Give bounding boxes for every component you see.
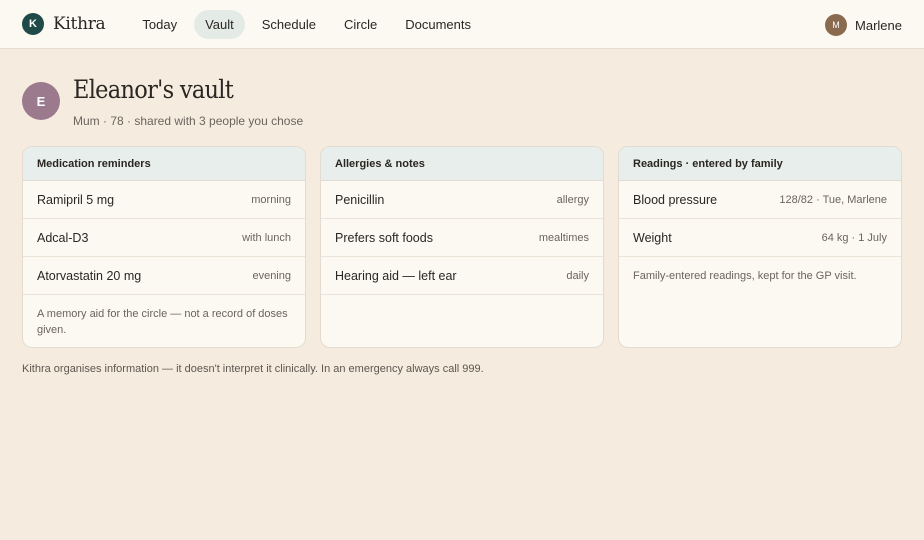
page-title: Eleanor's vault [73,75,234,104]
nav-vault[interactable]: Vault [194,9,245,39]
main-nav: Today Vault Schedule Circle Documents [131,9,488,39]
item-value: daily [566,269,589,282]
list-item[interactable]: Prefers soft foods mealtimes [321,219,603,257]
page-subtitle: Mum · 78 · shared with 3 people you chos… [73,114,304,128]
list-item[interactable]: Blood pressure 128/82 · Tue, Marlene [619,181,901,219]
user-avatar[interactable]: M [825,14,848,36]
allergies-card: Allergies & notes Penicillin allergy Pre… [320,146,604,348]
item-value: mealtimes [538,231,589,244]
item-label: Prefers soft foods [335,230,433,245]
item-value: allergy [556,193,589,206]
medication-card: Medication reminders Ramipril 5 mg morni… [22,146,306,348]
item-value: 64 kg · 1 July [821,231,887,244]
card-title: Allergies & notes [321,147,603,181]
card-note: A memory aid for the circle — not a reco… [37,308,288,336]
top-bar: K Kithra Today Vault Schedule Circle Doc… [0,0,924,49]
card-title: Readings · entered by family [619,147,901,181]
vault-header: E Eleanor's vault Mum · 78 · shared with… [22,76,303,128]
list-item[interactable]: Ramipril 5 mg morning [23,181,305,219]
nav-today[interactable]: Today [131,10,188,39]
logo-mark[interactable]: K [22,13,44,35]
item-label: Ramipril 5 mg [37,192,115,207]
item-label: Blood pressure [633,192,718,207]
list-item[interactable]: Weight 64 kg · 1 July [619,219,901,257]
readings-card: Readings · entered by family Blood press… [618,146,902,348]
nav-circle[interactable]: Circle [333,10,388,39]
disclaimer: Kithra organises information — it doesn'… [22,363,484,375]
item-value: evening [252,269,291,282]
item-label: Adcal-D3 [37,230,89,245]
nav-schedule[interactable]: Schedule [251,10,327,39]
list-item[interactable]: Hearing aid — left ear daily [321,257,603,295]
item-label: Weight [633,230,672,245]
user-name[interactable]: Marlene [855,18,902,33]
item-value: 128/82 · Tue, Marlene [779,193,887,206]
item-value: morning [251,193,291,206]
nav-documents[interactable]: Documents [394,10,482,39]
app-name[interactable]: Kithra [53,14,106,34]
item-label: Hearing aid — left ear [335,268,457,283]
item-value: with lunch [242,231,291,244]
cards-row: Medication reminders Ramipril 5 mg morni… [22,146,902,348]
item-label: Atorvastatin 20 mg [37,268,142,283]
card-title: Medication reminders [23,147,305,181]
item-label: Penicillin [335,192,385,207]
list-item[interactable]: Penicillin allergy [321,181,603,219]
list-item[interactable]: Adcal-D3 with lunch [23,219,305,257]
card-note: Family-entered readings, kept for the GP… [633,270,857,282]
list-item[interactable]: Atorvastatin 20 mg evening [23,257,305,295]
vault-avatar: E [22,82,60,120]
user-menu[interactable]: M Marlene [825,14,902,36]
